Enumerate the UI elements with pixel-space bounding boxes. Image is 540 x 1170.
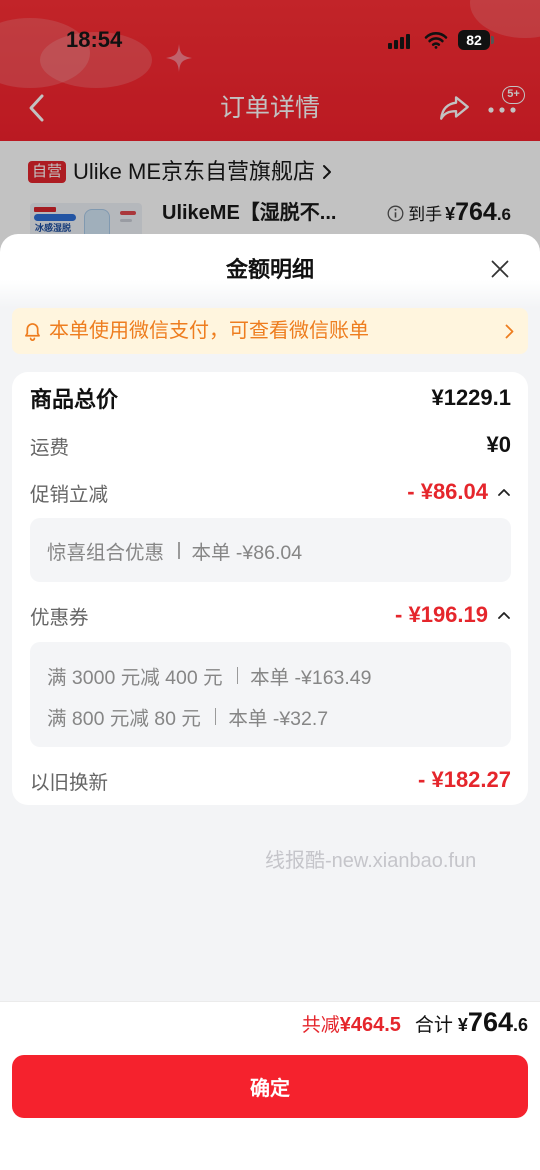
battery-nub [491,36,494,44]
grand-total-label: 合计 [414,1015,453,1036]
battery-level: 82 [466,32,482,48]
caret-up-icon[interactable] [497,610,511,620]
signal-icon [388,34,410,49]
coupon-row[interactable]: 优惠券 - ¥196.19 [30,595,511,635]
watermark-text: 线报酷-new.xianbao.fun [265,850,477,872]
shipping-row: 运费 ¥0 [30,425,511,465]
promotion-detail-amount: 本单 -¥86.04 [191,541,303,564]
price-summary: 共减 ¥464.5 合计 ¥ 764 .6 [302,1007,528,1043]
promotion-row[interactable]: 促销立减 - ¥86.04 [30,472,511,512]
chevron-right-icon [505,324,514,338]
wifi-icon [424,32,448,49]
coupon-detail-amount: 本单 -¥163.49 [250,666,372,689]
total-saved-value: ¥464.5 [339,1014,401,1036]
status-time: 18:54 [66,27,123,52]
goods-total-value: ¥1229.1 [431,385,511,410]
coupon-details: 满 3000 元减 400 元 本单 -¥163.49 满 800 元减 80 … [30,642,511,747]
total-saved-label: 共减 [301,1015,340,1036]
promotion-label: 促销立减 [30,483,109,506]
coupon-detail-name: 满 3000 元减 400 元 [47,666,223,689]
wechat-bill-notice[interactable]: 本单使用微信支付，可查看微信账单 [12,308,528,354]
grand-total-integer: 764 [467,1007,513,1037]
coupon-label: 优惠券 [30,606,89,629]
promotion-detail-line: 惊喜组合优惠 本单 -¥86.04 [47,536,501,564]
goods-total-row: 商品总价 ¥1229.1 [30,378,511,418]
grand-total-decimal: .6 [512,1015,528,1035]
status-bar: 18:54 82 [0,0,540,64]
coupon-detail-amount: 本单 -¥32.7 [228,707,329,730]
detail-divider [214,707,217,725]
shipping-label: 运费 [30,436,70,459]
coupon-value-group: - ¥196.19 [395,602,511,628]
promotion-details: 惊喜组合优惠 本单 -¥86.04 [30,518,511,582]
trade-in-label: 以旧换新 [30,771,109,794]
caret-up-icon[interactable] [497,487,511,497]
amount-breakdown-card: 商品总价 ¥1229.1 运费 ¥0 促销立减 - ¥86.04 惊喜组合优惠 … [12,372,528,805]
amount-detail-sheet: 金额明细 本单使用微信支付，可查看微信账单 商品总价 ¥1229.1 运费 ¥0… [0,234,540,1170]
grand-total-currency: ¥ [457,1015,468,1035]
coupon-detail-name: 满 800 元减 80 元 [47,707,201,730]
close-icon[interactable] [482,251,518,287]
coupon-detail-line: 满 3000 元减 400 元 本单 -¥163.49 [47,661,501,689]
promotion-detail-name: 惊喜组合优惠 [47,541,165,564]
promotion-value: - ¥86.04 [407,479,488,504]
promotion-value-group: - ¥86.04 [407,479,511,505]
app-screen: 订单详情 5+ 自营 Ulike ME京东自营旗舰店 冰感湿脱 UlikeME【… [0,0,540,1170]
detail-divider [178,541,180,559]
battery-icon: 82 [458,30,490,50]
sheet-footer: 共减 ¥464.5 合计 ¥ 764 .6 确定 [0,1001,540,1170]
confirm-button[interactable]: 确定 [12,1055,528,1118]
goods-total-label: 商品总价 [30,387,119,412]
trade-in-value: - ¥182.27 [418,767,511,792]
sheet-title: 金额明细 [225,257,314,282]
bell-icon [25,322,40,341]
trade-in-row: 以旧换新 - ¥182.27 [30,760,511,800]
coupon-value: - ¥196.19 [395,602,488,627]
detail-divider [236,666,239,684]
shipping-value: ¥0 [486,432,511,457]
notice-text: 本单使用微信支付，可查看微信账单 [49,320,369,342]
coupon-detail-line: 满 800 元减 80 元 本单 -¥32.7 [47,702,501,730]
